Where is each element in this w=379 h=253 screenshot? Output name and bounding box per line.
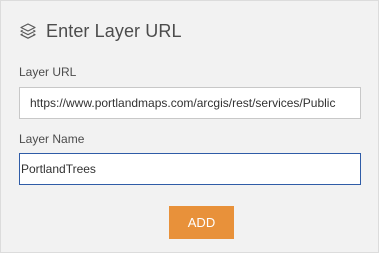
layers-icon — [19, 22, 37, 40]
enter-layer-url-panel: Enter Layer URL Layer URL Layer Name ADD — [0, 0, 379, 253]
layer-url-label: Layer URL — [19, 65, 77, 79]
layer-name-input[interactable] — [19, 153, 361, 185]
layer-name-label: Layer Name — [19, 132, 85, 146]
layer-url-input[interactable] — [19, 87, 361, 119]
panel-header: Enter Layer URL — [19, 19, 182, 43]
add-button[interactable]: ADD — [169, 206, 234, 239]
panel-title: Enter Layer URL — [46, 20, 182, 41]
